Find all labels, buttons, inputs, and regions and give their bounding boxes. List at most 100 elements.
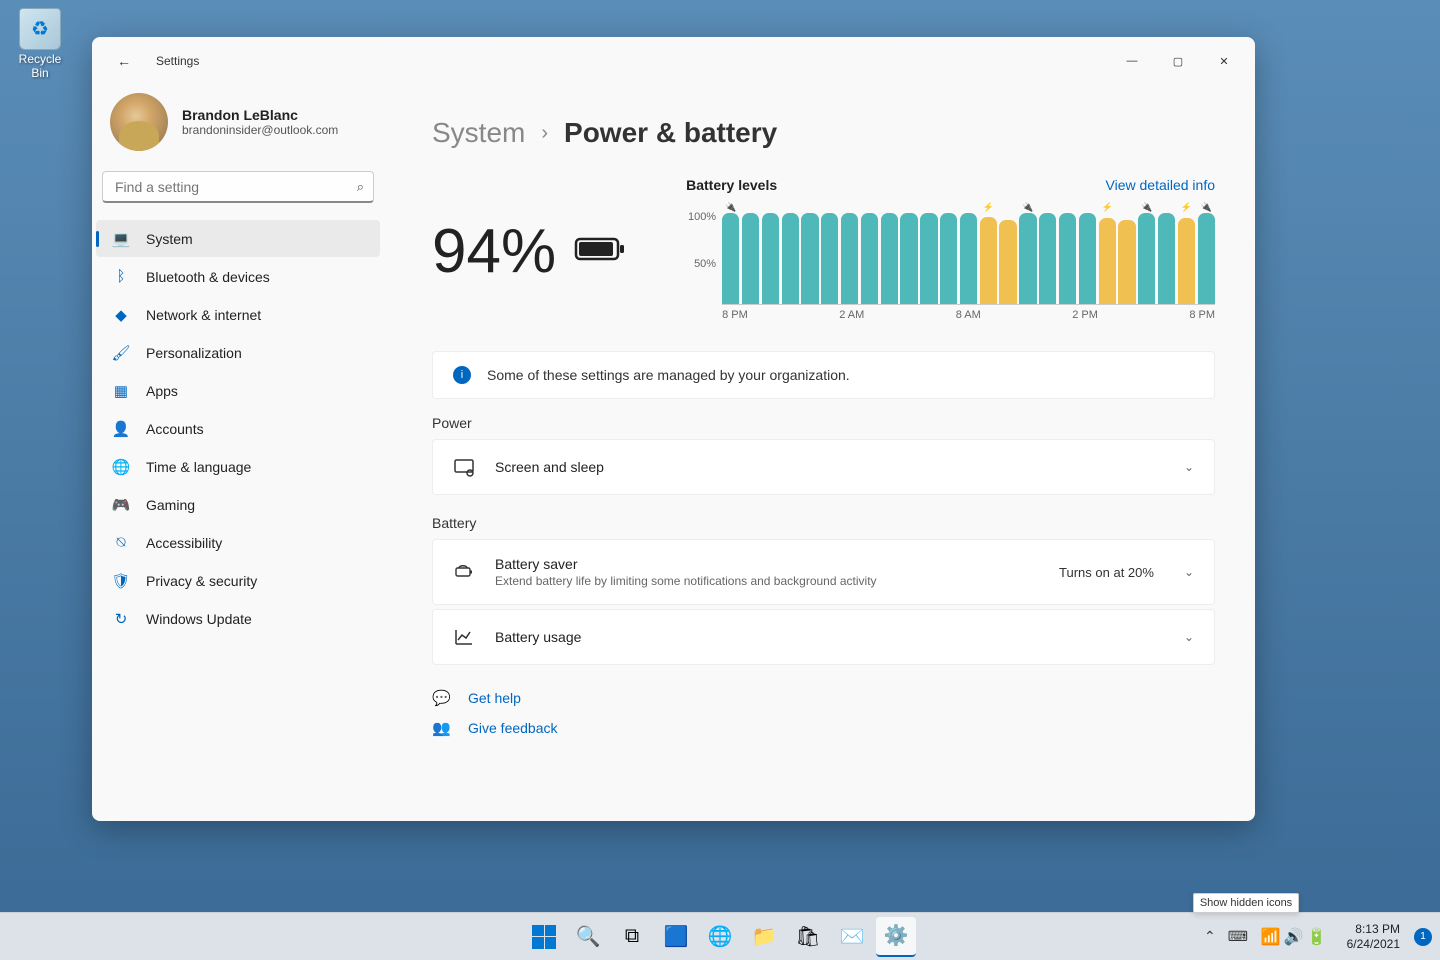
battery-saver-card[interactable]: Battery saver Extend battery life by lim… bbox=[432, 539, 1215, 605]
nav-list: 💻 System ᛒBluetooth & devices ◆ Network & in… bbox=[92, 219, 384, 638]
sidebar-item-label: Apps bbox=[146, 383, 178, 399]
sidebar-item-label: Network & internet bbox=[146, 307, 261, 323]
tray-chevron-up-icon[interactable]: ⌃ bbox=[1199, 928, 1221, 945]
chart-bar bbox=[1158, 213, 1175, 304]
start-button[interactable] bbox=[524, 917, 564, 957]
window-controls: — ▢ ✕ bbox=[1109, 45, 1247, 77]
desktop-icon-recycle-bin[interactable]: Recycle Bin bbox=[10, 8, 70, 80]
privacy-icon: 🛡 bbox=[112, 572, 130, 590]
battery-usage-card[interactable]: Battery usage ⌄ bbox=[432, 609, 1215, 665]
info-banner: i Some of these settings are managed by … bbox=[432, 351, 1215, 399]
notifications-badge[interactable]: 1 bbox=[1414, 928, 1432, 946]
sidebar-item-accessibility[interactable]: ⍉Accessibility bbox=[96, 524, 380, 561]
battery-chart-block: Battery levels View detailed info 100% 5… bbox=[686, 177, 1215, 325]
sidebar-item-bluetooth[interactable]: ᛒBluetooth & devices bbox=[96, 258, 380, 295]
tray-time: 8:13 PM bbox=[1347, 922, 1400, 936]
chart-bar bbox=[920, 213, 937, 304]
user-account-block[interactable]: Brandon LeBlanc brandoninsider@outlook.c… bbox=[92, 85, 384, 171]
feedback-icon: 👥 bbox=[432, 719, 450, 737]
bolt-icon: ⚡ bbox=[1099, 201, 1116, 213]
search-input[interactable] bbox=[102, 171, 374, 203]
sidebar-item-label: Accounts bbox=[146, 421, 204, 437]
sidebar-item-time[interactable]: 🌐Time & language bbox=[96, 448, 380, 485]
taskbar: 🔍 ⧉ 🟦 🌐 📁 🛍 ✉️ ⚙️ Show hidden icons ⌃ ⌨ … bbox=[0, 912, 1440, 960]
chart-x-label: 8 PM bbox=[1189, 309, 1215, 325]
chart-x-label: 2 AM bbox=[839, 309, 864, 325]
edge-button[interactable]: 🌐 bbox=[700, 917, 740, 957]
sidebar-item-privacy[interactable]: 🛡 Privacy & security bbox=[96, 562, 380, 599]
search-button[interactable]: 🔍 bbox=[568, 917, 608, 957]
battery-saver-value: Turns on at 20% bbox=[1059, 565, 1154, 580]
chart-bar bbox=[1178, 218, 1195, 304]
network-icon: ◆ bbox=[112, 306, 130, 324]
chart-bar bbox=[801, 213, 818, 304]
accounts-icon: 👤 bbox=[112, 420, 130, 438]
view-detailed-link[interactable]: View detailed info bbox=[1106, 177, 1215, 193]
help-icon: 💬 bbox=[432, 689, 450, 707]
settings-button[interactable]: ⚙️ bbox=[876, 917, 916, 957]
battery-percent: 94% bbox=[432, 216, 556, 287]
widgets-button[interactable]: 🟦 bbox=[656, 917, 696, 957]
close-button[interactable]: ✕ bbox=[1201, 45, 1247, 77]
keyboard-icon[interactable]: ⌨ bbox=[1227, 928, 1249, 945]
recycle-bin-label: Recycle Bin bbox=[10, 52, 70, 80]
sidebar-item-system[interactable]: 💻 System bbox=[96, 220, 380, 257]
avatar bbox=[110, 93, 168, 151]
sidebar-item-apps[interactable]: ▦Apps bbox=[96, 372, 380, 409]
info-icon: i bbox=[453, 366, 471, 384]
sidebar-item-label: System bbox=[146, 231, 193, 247]
breadcrumb: System › Power & battery bbox=[432, 85, 1215, 149]
volume-icon: 🔊 bbox=[1284, 927, 1304, 947]
sidebar-item-label: Time & language bbox=[146, 459, 251, 475]
breadcrumb-parent[interactable]: System bbox=[432, 117, 525, 149]
sidebar-item-update[interactable]: ↻Windows Update bbox=[96, 600, 380, 637]
battery-section-label: Battery bbox=[432, 515, 1215, 531]
give-feedback-link[interactable]: 👥 Give feedback bbox=[432, 719, 1215, 737]
info-banner-text: Some of these settings are managed by yo… bbox=[487, 367, 850, 383]
maximize-button[interactable]: ▢ bbox=[1155, 45, 1201, 77]
quick-settings-button[interactable]: 📶 🔊 🔋 bbox=[1255, 923, 1333, 951]
user-email: brandoninsider@outlook.com bbox=[182, 123, 338, 137]
system-icon: 💻 bbox=[112, 230, 130, 248]
get-help-link[interactable]: 💬 Get help bbox=[432, 689, 1215, 707]
recycle-bin-icon bbox=[19, 8, 61, 50]
chart-bar bbox=[881, 213, 898, 304]
store-button[interactable]: 🛍 bbox=[788, 917, 828, 957]
sidebar-item-personalization[interactable]: 🖌Personalization bbox=[96, 334, 380, 371]
chart-bar bbox=[861, 213, 878, 304]
chart-bar bbox=[1099, 218, 1116, 304]
chart-bar bbox=[1039, 213, 1056, 304]
chart-bars bbox=[722, 213, 1215, 305]
chart-bar bbox=[841, 213, 858, 304]
plug-icon: 🔌 bbox=[722, 201, 739, 213]
window-title: Settings bbox=[156, 54, 199, 68]
minimize-button[interactable]: — bbox=[1109, 45, 1155, 77]
sidebar-item-label: Bluetooth & devices bbox=[146, 269, 270, 285]
taskbar-pinned-apps: 🔍 ⧉ 🟦 🌐 📁 🛍 ✉️ ⚙️ bbox=[524, 917, 916, 957]
sidebar-item-gaming[interactable]: 🎮Gaming bbox=[96, 486, 380, 523]
chart-bar bbox=[1059, 213, 1076, 304]
sidebar-item-label: Accessibility bbox=[146, 535, 222, 551]
task-view-button[interactable]: ⧉ bbox=[612, 917, 652, 957]
monitor-icon bbox=[453, 456, 475, 478]
clock-button[interactable]: 8:13 PM 6/24/2021 bbox=[1339, 922, 1404, 951]
sidebar-item-label: Privacy & security bbox=[146, 573, 257, 589]
back-button[interactable]: ← bbox=[106, 43, 142, 79]
chart-title: Battery levels bbox=[686, 177, 777, 193]
chart-bar bbox=[1118, 220, 1135, 304]
chart-bar bbox=[960, 213, 977, 304]
sidebar-item-accounts[interactable]: 👤 Accounts bbox=[96, 410, 380, 447]
battery-saver-icon bbox=[453, 561, 475, 583]
chart-x-label: 8 PM bbox=[722, 309, 748, 325]
screen-and-sleep-card[interactable]: Screen and sleep ⌄ bbox=[432, 439, 1215, 495]
gaming-icon: 🎮 bbox=[112, 496, 130, 514]
chevron-right-icon: › bbox=[541, 122, 548, 145]
sidebar-item-network[interactable]: ◆ Network & internet bbox=[96, 296, 380, 333]
chevron-down-icon: ⌄ bbox=[1184, 460, 1194, 474]
file-explorer-button[interactable]: 📁 bbox=[744, 917, 784, 957]
chart-bar bbox=[940, 213, 957, 304]
chart-line-icon bbox=[453, 626, 475, 648]
search-box: ⌕ bbox=[102, 171, 374, 203]
wifi-icon: 📶 bbox=[1261, 927, 1281, 947]
mail-button[interactable]: ✉️ bbox=[832, 917, 872, 957]
